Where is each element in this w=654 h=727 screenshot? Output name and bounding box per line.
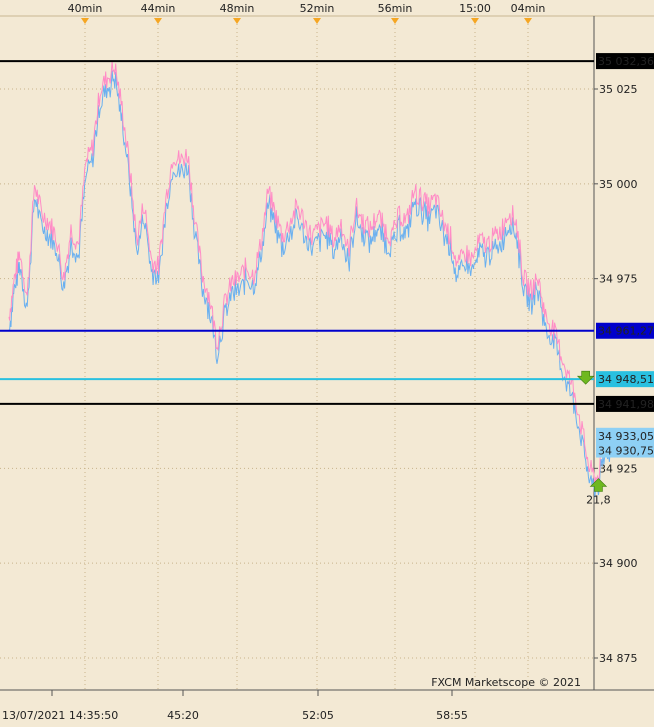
y-tick-label: 35 000: [599, 178, 638, 191]
top-time-label: 52min: [300, 2, 335, 15]
bottom-time-label: 13/07/2021 14:35:50: [2, 709, 118, 722]
top-time-label: 48min: [220, 2, 255, 15]
y-tick-label: 35 025: [599, 83, 638, 96]
y-tick-label: 34 875: [599, 652, 638, 665]
chart-window: 40min 44min 48min 52min 56min 15:00 04min 35 02…: [0, 0, 654, 727]
level-label: 34 941,98: [598, 398, 654, 411]
top-time-label: 15:00: [459, 2, 491, 15]
top-time-label: 04min: [511, 2, 546, 15]
top-time-label: 44min: [141, 2, 176, 15]
y-tick-label: 34 925: [599, 462, 638, 475]
top-time-label: 40min: [68, 2, 103, 15]
marker-label: 21,8: [586, 494, 611, 507]
price-chart[interactable]: 40min 44min 48min 52min 56min 15:00 04min 35 02…: [0, 0, 654, 727]
top-time-label: 56min: [378, 2, 413, 15]
y-tick-label: 34 900: [599, 557, 638, 570]
bottom-time-label: 52:05: [302, 709, 334, 722]
bottom-time-label: 45:20: [167, 709, 199, 722]
watermark-text: FXCM Marketscope © 2021: [431, 676, 581, 689]
y-tick-label: 34 975: [599, 273, 638, 286]
level-label: 34 948,51: [598, 373, 654, 386]
price-tag-label: 34 930,75: [598, 445, 654, 458]
bottom-time-label: 58:55: [436, 709, 468, 722]
level-label: 34 961,27: [598, 325, 654, 338]
price-tag-label: 34 933,05: [598, 430, 654, 443]
level-label: 35 032,36: [598, 55, 654, 68]
plot-area: [0, 16, 594, 690]
